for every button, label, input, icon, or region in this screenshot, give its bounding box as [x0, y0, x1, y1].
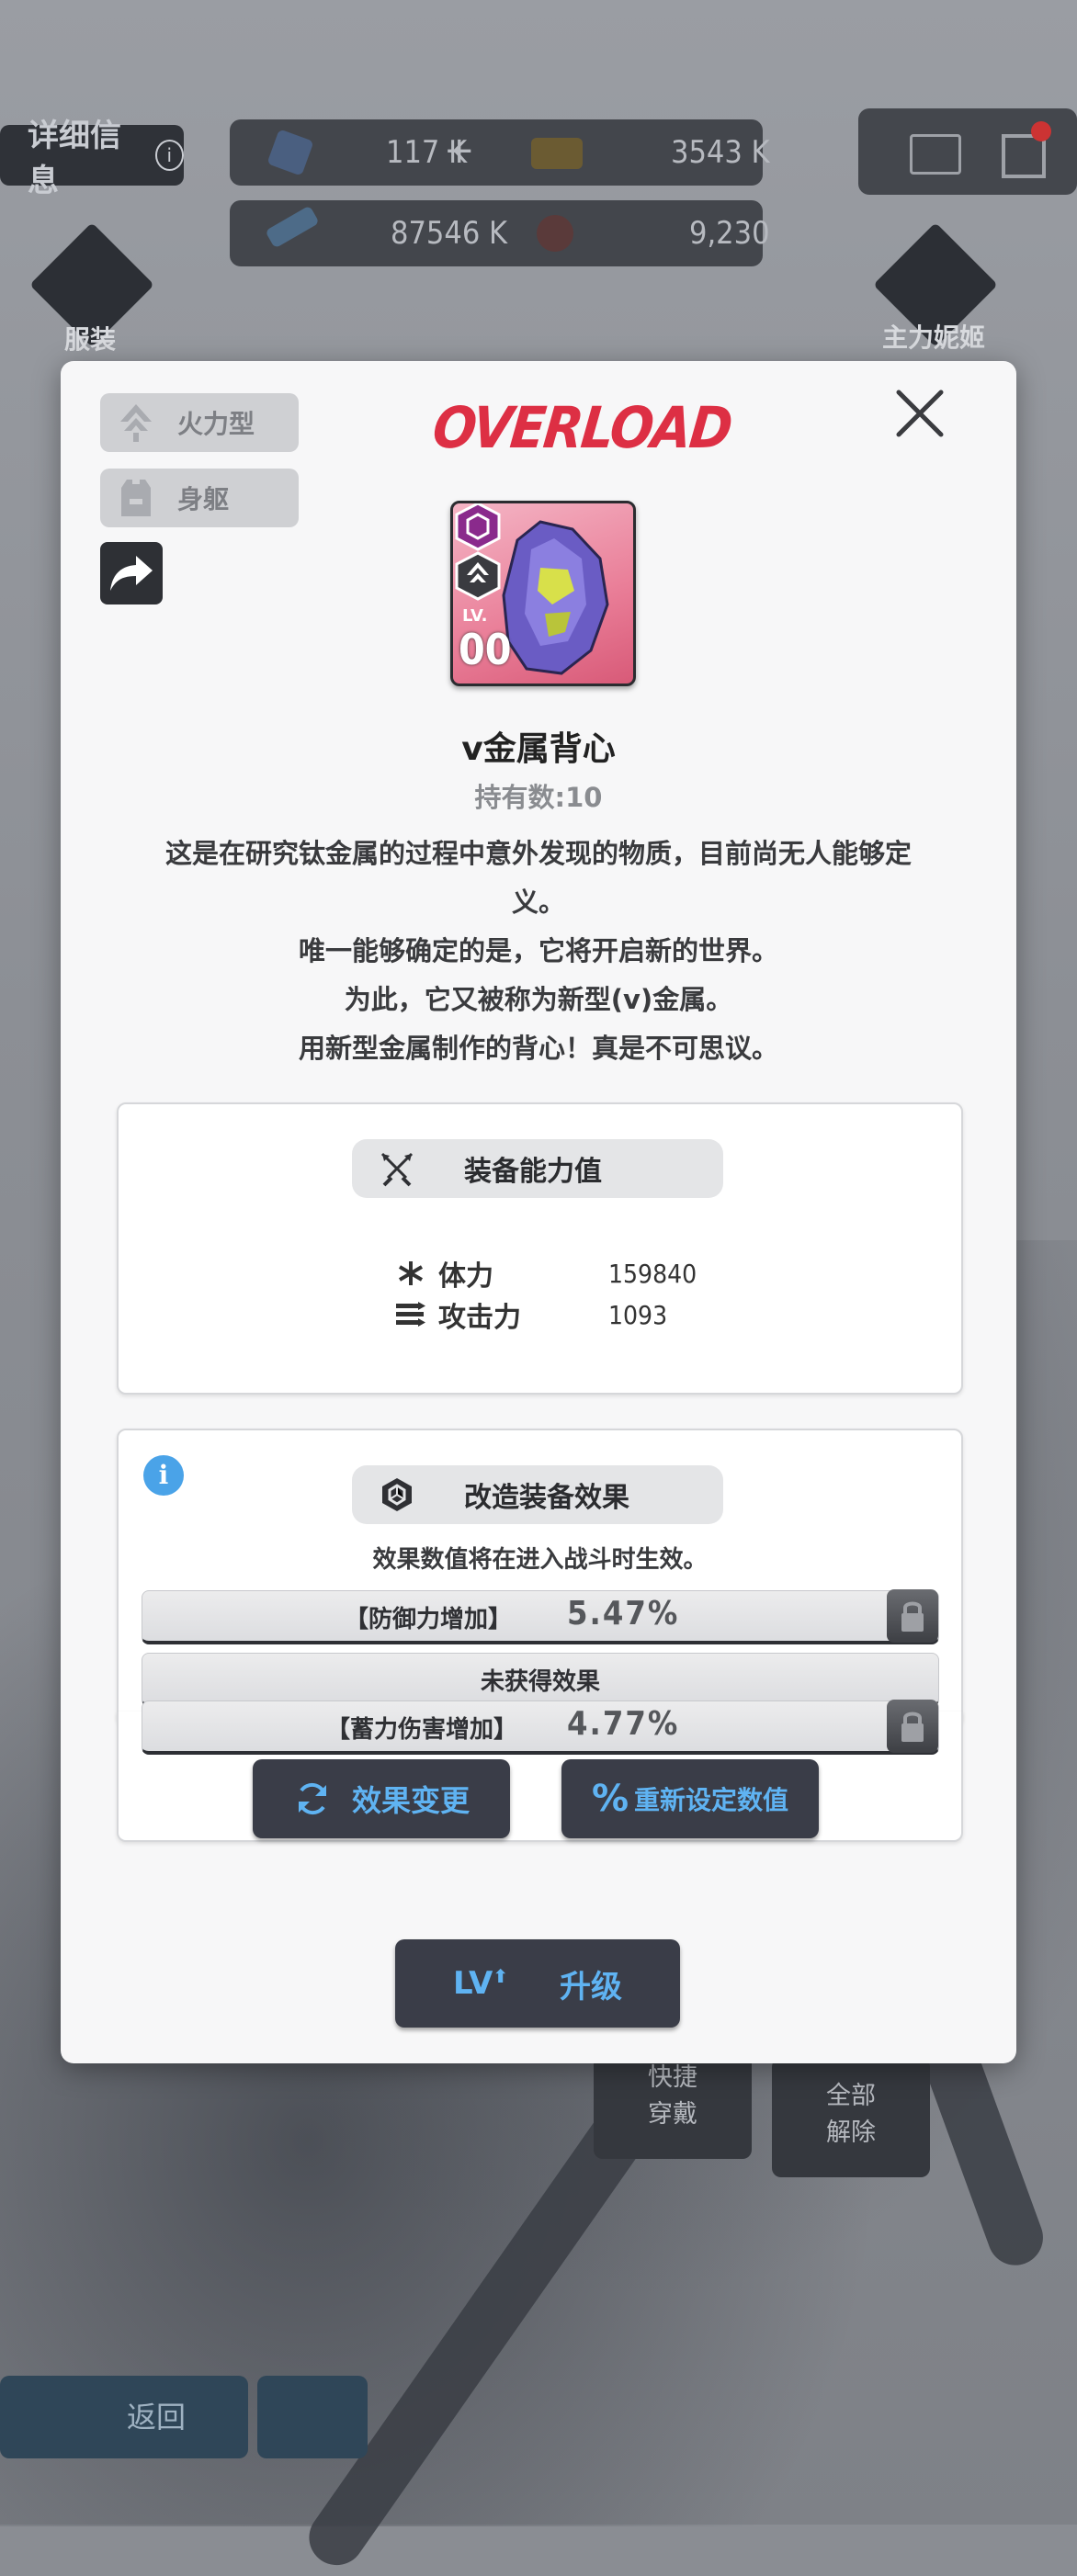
lock-icon[interactable] [887, 1700, 938, 1753]
slot-chip-label: 身躯 [177, 484, 230, 514]
description-line: 用新型金属制作的背心！真是不可思议。 [298, 1033, 778, 1064]
reset-value-button[interactable]: % 重新设定数值 [561, 1759, 819, 1838]
percent-icon: % [591, 1778, 629, 1820]
card-icon [531, 138, 583, 169]
stat-label: 体力 [438, 1260, 493, 1293]
item-name: v金属背心 [461, 730, 616, 768]
effect-name: 【蓄力伤害增加】 [326, 1716, 518, 1744]
attack-icon [394, 1301, 427, 1328]
stat-row-attack: 攻击力 1093 [394, 1294, 667, 1335]
refresh-icon [298, 1782, 326, 1815]
effect-line-1: 【防御力增加】 5.47% [142, 1589, 939, 1644]
effects-panel-lower: 【蓄力伤害增加】 4.77% 效果变更 % 重新设定数值 [117, 1700, 963, 1842]
firepower-icon [113, 400, 159, 446]
resource-value: 87546 K [391, 215, 508, 252]
share-icon [110, 556, 153, 591]
stats-panel-title: 装备能力值 [464, 1156, 602, 1188]
level-prefix: LV. [462, 606, 488, 626]
description-line: 为此，它又被称为新型(v)金属。 [344, 984, 733, 1015]
overload-badge-icon [453, 503, 503, 551]
crossed-swords-icon [374, 1146, 420, 1192]
info-icon: i [154, 140, 184, 171]
effects-panel-title: 改造装备效果 [464, 1482, 629, 1514]
effect-name: 【防御力增加】 [345, 1606, 513, 1633]
overload-gear-icon [374, 1472, 420, 1518]
lock-icon[interactable] [887, 1589, 938, 1643]
level-up-icon: LV⬆ [452, 1965, 509, 2002]
close-button[interactable] [891, 385, 948, 442]
class-badge-icon [453, 551, 503, 601]
add-icon[interactable]: + [444, 130, 475, 172]
orb-icon [537, 215, 573, 252]
upgrade-label: 升级 [560, 1968, 623, 2005]
slot-chip: 身躯 [100, 469, 299, 527]
effect-name: 未获得效果 [480, 1668, 600, 1696]
effect-line-2: 未获得效果 [142, 1653, 939, 1707]
item-description: 这是在研究钛金属的过程中意外发现的物质，目前尚无人能够定 义。 唯一能够确定的是… [116, 830, 961, 1073]
main-nikke-label: 主力妮姬 [882, 322, 986, 353]
costume-label: 服装 [64, 324, 117, 355]
effect-value: 5.47% [567, 1595, 680, 1633]
info-icon[interactable]: i [143, 1455, 184, 1496]
effects-panel: i 改造装备效果 效果数值将在进入战斗时生效。 【防御力增加】 5.47% 未获… [117, 1429, 963, 1726]
item-card: LV. 00 [450, 501, 636, 686]
item-level: 00 [459, 625, 512, 674]
resource-value: 3543 K [671, 134, 770, 171]
close-icon [896, 390, 944, 437]
stats-panel-header: 装备能力值 [352, 1139, 723, 1198]
upgrade-button[interactable]: LV⬆ 升级 [395, 1939, 680, 2028]
resource-value: 9,230 [689, 215, 770, 252]
effect-line-3: 【蓄力伤害增加】 4.77% [142, 1700, 939, 1755]
hp-icon [394, 1260, 427, 1287]
effect-value: 4.77% [567, 1705, 680, 1743]
stat-value: 159840 [608, 1258, 697, 1289]
class-chip-label: 火力型 [177, 409, 255, 439]
description-line: 义。 [511, 887, 565, 918]
share-button[interactable] [100, 542, 163, 604]
body-armor-icon [113, 475, 159, 521]
overload-logo: OVERLOAD [429, 394, 734, 461]
detail-info-button[interactable]: 详细信息 i [0, 118, 184, 199]
description-line: 这是在研究钛金属的过程中意外发现的物质，目前尚无人能够定 [164, 838, 912, 869]
remove-all-button[interactable]: 全部 解除 [772, 2058, 930, 2177]
home-button[interactable] [257, 2376, 368, 2458]
equipment-detail-modal: 火力型 身躯 OVERLOAD LV. 00 v金属背心 持有数:10 这是在研… [61, 361, 1016, 2063]
level-up-prefix: LV [452, 1965, 493, 2002]
item-count: 持有数:10 [474, 782, 603, 813]
stat-row-hp: 体力 159840 [394, 1253, 697, 1294]
back-button[interactable]: 返回 [0, 2376, 248, 2458]
mail-icon[interactable] [910, 134, 961, 175]
reset-value-label: 重新设定数值 [634, 1785, 789, 1815]
effects-panel-header: 改造装备效果 [352, 1465, 723, 1524]
back-label: 返回 [126, 2400, 186, 2435]
change-effect-label: 效果变更 [351, 1783, 470, 1818]
stats-panel: 装备能力值 体力 159840 攻击力 1093 [117, 1102, 963, 1395]
stat-label: 攻击力 [438, 1302, 521, 1334]
class-chip: 火力型 [100, 393, 299, 452]
detail-info-label: 详细信息 [28, 118, 121, 199]
effects-note: 效果数值将在进入战斗时生效。 [372, 1546, 708, 1574]
description-line: 唯一能够确定的是，它将开启新的世界。 [298, 935, 778, 966]
quick-equip-button[interactable]: 快捷 穿戴 [594, 2049, 752, 2159]
notification-dot [1031, 121, 1051, 141]
stat-value: 1093 [608, 1299, 668, 1330]
change-effect-button[interactable]: 效果变更 [253, 1759, 510, 1838]
